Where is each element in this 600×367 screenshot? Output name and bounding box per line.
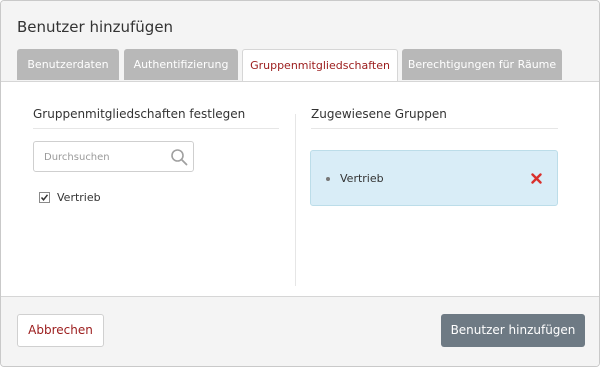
right-divider — [311, 128, 558, 129]
add-user-dialog: Benutzer hinzufügen Benutzerdaten Authen… — [0, 0, 600, 367]
left-panel-title: Gruppenmitgliedschaften festlegen — [33, 107, 246, 121]
right-panel-title: Zugewiesene Gruppen — [311, 107, 447, 121]
tab-authentifizierung[interactable]: Authentifizierung — [124, 49, 238, 80]
dialog-footer: Abbrechen Benutzer hinzufügen — [1, 296, 599, 366]
column-divider — [295, 114, 296, 286]
search-input[interactable] — [44, 148, 164, 166]
checkmark-icon — [40, 194, 49, 201]
group-search-field[interactable] — [33, 141, 194, 172]
tab-benutzerdaten[interactable]: Benutzerdaten — [17, 49, 119, 80]
remove-icon[interactable] — [531, 173, 542, 184]
search-icon[interactable] — [170, 148, 188, 166]
group-label-vertrieb: Vertrieb — [57, 191, 101, 204]
add-user-button[interactable]: Benutzer hinzufügen — [441, 314, 585, 347]
bullet-icon — [326, 177, 330, 181]
cancel-button[interactable]: Abbrechen — [17, 314, 104, 347]
assigned-group-label: Vertrieb — [340, 172, 384, 185]
group-checkbox-vertrieb[interactable] — [39, 192, 50, 203]
tab-berechtigungen-raeume[interactable]: Berechtigungen für Räume — [402, 49, 562, 80]
tab-gruppenmitgliedschaften[interactable]: Gruppenmitgliedschaften — [242, 49, 398, 81]
assigned-group-item: Vertrieb — [310, 150, 558, 206]
left-divider — [33, 128, 279, 129]
dialog-header: Benutzer hinzufügen Benutzerdaten Authen… — [1, 1, 599, 82]
dialog-title: Benutzer hinzufügen — [17, 18, 174, 36]
